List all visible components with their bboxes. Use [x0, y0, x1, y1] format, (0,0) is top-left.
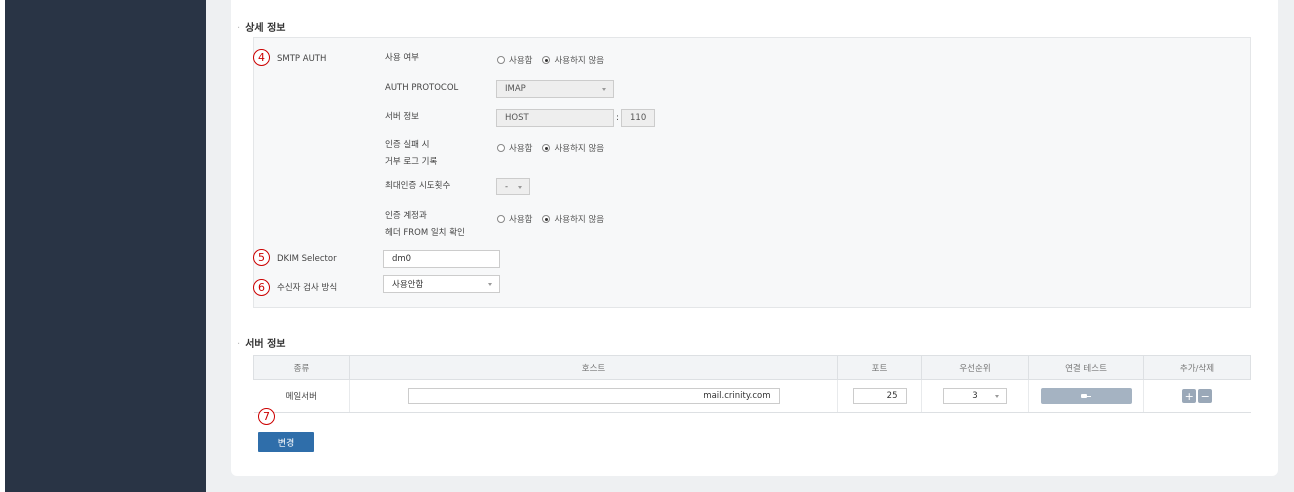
auth-protocol-value: IMAP — [505, 84, 526, 94]
from-match-radio-group: 사용함 사용하지 않음 — [497, 213, 614, 225]
server-priority-value: 3 — [972, 391, 978, 401]
dkim-selector-input[interactable]: dm0 — [383, 250, 500, 268]
radio-selected-icon[interactable] — [542, 215, 551, 223]
radio-label: 사용함 — [509, 144, 533, 154]
radio-label: 사용하지 않음 — [554, 144, 605, 154]
radio-label: 사용함 — [509, 215, 533, 225]
dkim-selector-value: dm0 — [392, 254, 412, 264]
server-priority-select[interactable]: 3 — [943, 388, 1007, 404]
server-port-cell: 25 — [837, 379, 922, 413]
sidebar — [5, 0, 206, 492]
max-attempts-label: 최대인증 시도횟수 — [385, 181, 451, 191]
add-remove-cell: + − — [1143, 379, 1251, 413]
radio-selected-icon[interactable] — [542, 56, 551, 64]
column-header-connection-test: 연결 테스트 — [1028, 355, 1144, 380]
server-host-input[interactable]: mail.crinity.com — [407, 388, 780, 404]
remove-server-button[interactable]: − — [1198, 389, 1213, 403]
annotation-marker-5: 5 — [253, 249, 270, 266]
detail-section-title: · 상세 정보 — [237, 19, 285, 34]
bullet-icon: · — [237, 339, 241, 350]
smtp-use-option-off[interactable]: 사용하지 않음 — [542, 54, 604, 66]
server-port-input[interactable]: 25 — [852, 388, 907, 404]
max-attempts-select[interactable]: - — [496, 178, 530, 195]
server-priority-cell: 3 — [921, 379, 1029, 413]
fail-log-option-off[interactable]: 사용하지 않음 — [542, 142, 604, 154]
server-section-title: · 서버 정보 — [237, 335, 285, 350]
from-match-option-on[interactable]: 사용함 — [497, 213, 532, 225]
chevron-down-icon — [995, 395, 999, 398]
server-section-title-text: 서버 정보 — [245, 339, 286, 350]
bullet-icon: · — [237, 23, 241, 34]
column-header-type: 종류 — [253, 355, 350, 380]
server-host-cell: mail.crinity.com — [349, 379, 838, 413]
annotation-marker-4: 4 — [253, 49, 270, 66]
column-header-port: 포트 — [837, 355, 922, 380]
change-submit-button[interactable]: 변경 — [258, 432, 314, 452]
chevron-down-icon — [518, 185, 522, 189]
fail-log-option-on[interactable]: 사용함 — [497, 142, 532, 154]
fail-log-label-line1: 인증 실패 시 — [385, 140, 430, 150]
recipient-check-select[interactable]: 사용안함 — [383, 275, 500, 293]
plug-icon — [1081, 393, 1091, 399]
column-header-priority: 우선순위 — [921, 355, 1029, 380]
radio-label: 사용함 — [509, 56, 533, 66]
radio-label: 사용하지 않음 — [554, 56, 605, 66]
annotation-marker-7: 7 — [258, 408, 275, 425]
fail-log-label-line2: 거부 로그 기록 — [385, 157, 438, 167]
auth-protocol-label: AUTH PROTOCOL — [385, 83, 459, 93]
detail-section-title-text: 상세 정보 — [245, 23, 286, 34]
add-server-button[interactable]: + — [1182, 389, 1197, 403]
recipient-check-label: 수신자 검사 방식 — [277, 283, 338, 293]
fail-log-radio-group: 사용함 사용하지 않음 — [497, 142, 614, 154]
auth-port-input[interactable]: 110 — [621, 109, 655, 127]
auth-host-input[interactable]: HOST — [496, 109, 614, 127]
radio-label: 사용하지 않음 — [554, 215, 605, 225]
column-header-host: 호스트 — [349, 355, 838, 380]
from-match-label-line1: 인증 계정과 — [385, 211, 427, 221]
smtp-auth-label: SMTP AUTH — [277, 54, 327, 64]
auth-protocol-select[interactable]: IMAP — [496, 80, 614, 98]
table-header-row: 종류 호스트 포트 우선순위 연결 테스트 추가/삭제 — [253, 355, 1251, 380]
auth-port-value: 110 — [630, 113, 647, 123]
radio-icon[interactable] — [497, 56, 505, 64]
dkim-selector-label: DKIM Selector — [277, 254, 337, 264]
port-separator: : — [616, 113, 619, 123]
connection-test-cell — [1028, 379, 1144, 413]
annotation-marker-6: 6 — [253, 279, 270, 296]
from-match-label-line2: 헤더 FROM 일치 확인 — [385, 228, 465, 238]
column-header-add-remove: 추가/삭제 — [1143, 355, 1251, 380]
server-table: 종류 호스트 포트 우선순위 연결 테스트 추가/삭제 메일서버 mail.cr… — [253, 355, 1251, 413]
recipient-check-value: 사용안함 — [392, 280, 424, 290]
server-info-label: 서버 정보 — [385, 112, 419, 122]
chevron-down-icon — [488, 283, 492, 286]
auth-host-value: HOST — [505, 113, 529, 123]
connection-test-button[interactable] — [1040, 388, 1132, 404]
smtp-use-label: 사용 여부 — [385, 53, 419, 63]
smtp-use-option-on[interactable]: 사용함 — [497, 54, 532, 66]
max-attempts-value: - — [505, 181, 509, 192]
chevron-down-icon — [602, 88, 606, 91]
smtp-use-radio-group: 사용함 사용하지 않음 — [497, 54, 614, 66]
from-match-option-off[interactable]: 사용하지 않음 — [542, 213, 604, 225]
radio-selected-icon[interactable] — [542, 144, 551, 152]
radio-icon[interactable] — [497, 144, 505, 152]
radio-icon[interactable] — [497, 215, 505, 223]
table-row: 메일서버 mail.crinity.com 25 3 + − — [253, 379, 1251, 413]
